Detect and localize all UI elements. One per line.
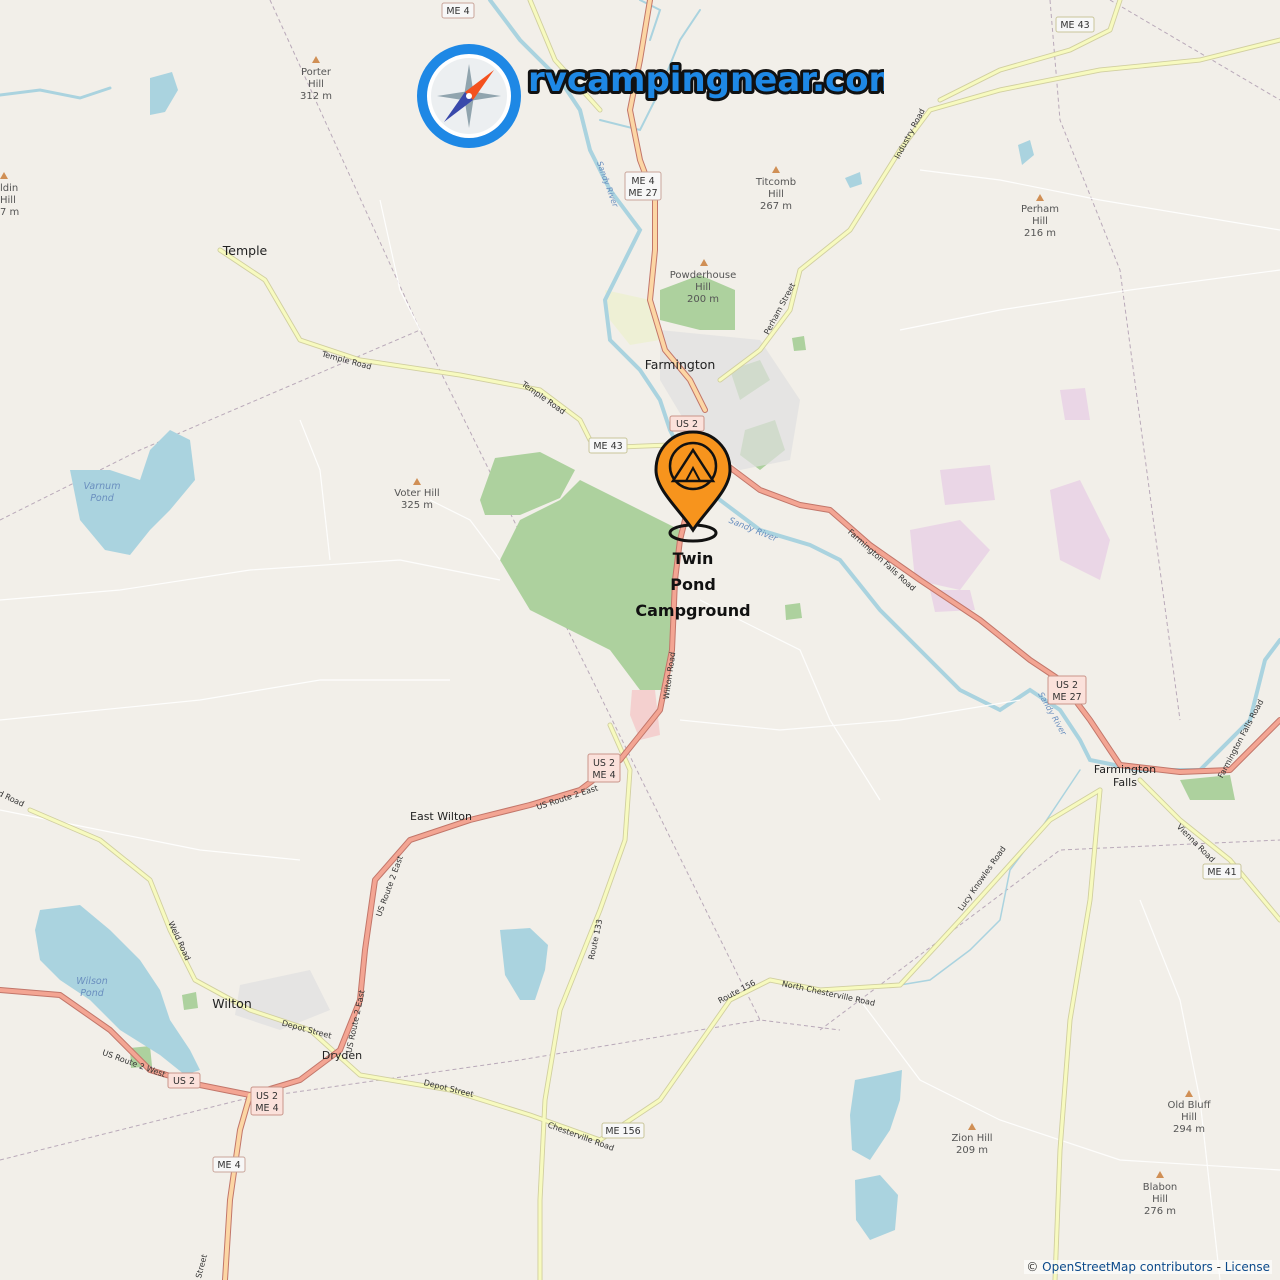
town-baldwin-line2: Hill [0, 195, 16, 206]
town-east-wilton: East Wilton [410, 810, 472, 823]
shield-us2-farmington: US 2 [669, 415, 705, 432]
town-baldwin-line3: 7 m [0, 207, 19, 218]
svg-text:Wilson: Wilson [76, 976, 107, 987]
svg-text:Voter Hill: Voter Hill [394, 488, 439, 499]
town-farmington-falls-line2: Falls [1113, 776, 1137, 789]
svg-text:US 2: US 2 [676, 419, 698, 430]
svg-text:Porter: Porter [301, 67, 332, 78]
svg-text:267 m: 267 m [760, 201, 792, 212]
svg-text:216 m: 216 m [1024, 228, 1056, 239]
shield-us2-wilton: US 2 [167, 1072, 201, 1089]
shield-me156: ME 156 [601, 1122, 645, 1139]
town-farmington: Farmington [645, 357, 716, 372]
town-baldwin-line1: ldin [0, 183, 18, 194]
svg-text:ME 4: ME 4 [446, 6, 469, 17]
svg-text:ME 27: ME 27 [1052, 692, 1081, 703]
svg-text:ME 43: ME 43 [593, 441, 622, 452]
brand-text: rvcampingnear.com [528, 60, 884, 100]
osm-contributors-link[interactable]: OpenStreetMap contributors [1042, 1260, 1213, 1274]
svg-text:ME 43: ME 43 [1060, 20, 1089, 31]
town-dryden: Dryden [322, 1049, 362, 1062]
campground-name-line2: Pond [670, 575, 716, 594]
license-link[interactable]: License [1225, 1260, 1270, 1274]
svg-text:ME 27: ME 27 [628, 188, 657, 199]
shield-me43-top: ME 43 [1055, 16, 1095, 33]
svg-text:ME 41: ME 41 [1207, 867, 1236, 878]
svg-text:Hill: Hill [1032, 216, 1048, 227]
shield-us2-me27: US 2ME 27 [1047, 675, 1087, 705]
svg-text:Old Bluff: Old Bluff [1167, 1100, 1211, 1111]
svg-text:Hill: Hill [695, 282, 711, 293]
shield-me43-mid: ME 43 [588, 437, 628, 454]
map-canvas[interactable]: Farmington Temple East Wilton Wilton Dry… [0, 0, 1280, 1280]
town-wilton: Wilton [212, 996, 252, 1011]
shield-us2-me4-wilton: US 2ME 4 [250, 1086, 284, 1116]
svg-text:276 m: 276 m [1144, 1206, 1176, 1217]
shield-me4-bottom: ME 4 [212, 1156, 246, 1173]
svg-text:US 2: US 2 [256, 1091, 278, 1102]
svg-text:ME 4: ME 4 [592, 770, 615, 781]
brand-logo[interactable]: rvcampingnear.com rvcampingnear.com [414, 40, 884, 152]
campground-name-line3: Campground [635, 601, 750, 620]
svg-text:Hill: Hill [308, 79, 324, 90]
svg-text:Pond: Pond [90, 493, 115, 504]
svg-text:US 2: US 2 [1056, 680, 1078, 691]
shield-me41: ME 41 [1202, 863, 1242, 880]
svg-text:312 m: 312 m [300, 91, 332, 102]
svg-text:Zion Hill: Zion Hill [951, 1133, 992, 1144]
svg-text:ME 4: ME 4 [217, 1160, 240, 1171]
svg-text:US 2: US 2 [173, 1076, 195, 1087]
attribution-copyright: © [1026, 1260, 1043, 1274]
svg-text:ME 4: ME 4 [631, 176, 654, 187]
shield-me4-top: ME 4 [441, 2, 475, 19]
svg-text:325 m: 325 m [401, 500, 433, 511]
svg-text:Powderhouse: Powderhouse [670, 270, 737, 281]
svg-text:Varnum: Varnum [84, 481, 121, 492]
svg-text:ME 4: ME 4 [255, 1103, 278, 1114]
svg-text:Hill: Hill [768, 189, 784, 200]
town-farmington-falls-line1: Farmington [1094, 763, 1156, 776]
svg-text:Titcomb: Titcomb [755, 177, 796, 188]
campground-name-line1: Twin [673, 549, 714, 568]
map-attribution: © OpenStreetMap contributors - License [1024, 1260, 1272, 1274]
svg-text:Hill: Hill [1181, 1112, 1197, 1123]
svg-text:200 m: 200 m [687, 294, 719, 305]
svg-text:US 2: US 2 [593, 758, 615, 769]
shield-us2-me4-mid: US 2ME 4 [587, 753, 621, 783]
town-temple: Temple [222, 243, 268, 258]
svg-text:209 m: 209 m [956, 1145, 988, 1156]
svg-text:Pond: Pond [80, 988, 105, 999]
shield-me4-me27: ME 4ME 27 [624, 171, 662, 201]
svg-text:Blabon: Blabon [1143, 1182, 1178, 1193]
svg-text:Perham: Perham [1021, 204, 1059, 215]
svg-text:Hill: Hill [1152, 1194, 1168, 1205]
attribution-separator: - [1212, 1260, 1225, 1274]
svg-text:294 m: 294 m [1173, 1124, 1205, 1135]
svg-text:ME 156: ME 156 [605, 1126, 640, 1137]
